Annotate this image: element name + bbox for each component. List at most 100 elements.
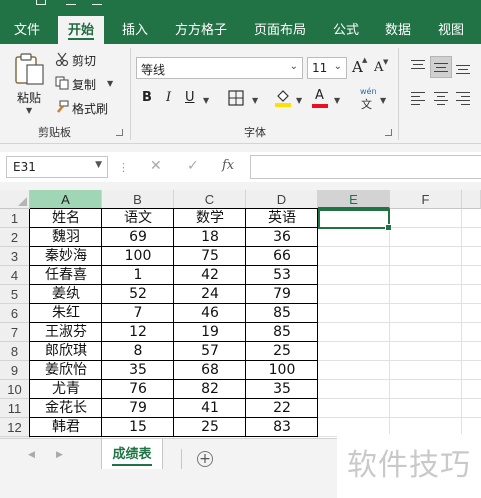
tab-formulas[interactable]: 公式 (333, 19, 359, 38)
tab-data[interactable]: 数据 (385, 19, 411, 38)
cell-b7[interactable]: 12 (102, 323, 174, 342)
cell-b6[interactable]: 7 (102, 304, 174, 323)
spreadsheet-grid[interactable]: ABCDEF 12345678910111213 姓名语文数学英语魏羽69183… (0, 190, 481, 438)
cell-b2[interactable]: 69 (102, 228, 174, 247)
cell-d9[interactable]: 100 (246, 361, 318, 380)
row-header-11[interactable]: 11 (0, 399, 30, 418)
cell-c9[interactable]: 68 (174, 361, 246, 380)
tab-home[interactable]: 开始 (58, 16, 105, 44)
column-header-e[interactable]: E (318, 190, 390, 209)
underline-button[interactable]: U (185, 90, 195, 105)
formula-input[interactable] (250, 155, 481, 179)
align-bottom-icon[interactable] (456, 63, 470, 75)
cell-a6[interactable]: 朱红 (30, 304, 102, 323)
clipboard-launcher-icon[interactable] (116, 129, 123, 136)
shrink-font-button[interactable]: A ▼ (374, 58, 392, 78)
grow-font-button[interactable]: A ▲ (352, 56, 370, 78)
row-header-5[interactable]: 5 (0, 285, 30, 304)
sheet-tab-scores[interactable]: 成绩表 (101, 439, 163, 469)
cell-c5[interactable]: 24 (174, 285, 246, 304)
font-launcher-icon[interactable] (385, 129, 392, 136)
paste-button[interactable]: 粘贴 ▼ (8, 50, 48, 115)
cell-c4[interactable]: 42 (174, 266, 246, 285)
font-color-dropdown-icon[interactable]: ▼ (334, 96, 340, 105)
cell-a4[interactable]: 任春喜 (30, 266, 102, 285)
cell-c7[interactable]: 19 (174, 323, 246, 342)
select-all-corner[interactable] (0, 190, 30, 209)
row-header-2[interactable]: 2 (0, 228, 30, 247)
cell-a8[interactable]: 郎欣琪 (30, 342, 102, 361)
cell-d2[interactable]: 36 (246, 228, 318, 247)
copy-dropdown-icon[interactable]: ▼ (107, 79, 113, 88)
cell-c2[interactable]: 18 (174, 228, 246, 247)
align-center-icon[interactable] (434, 92, 448, 105)
cell-a9[interactable]: 姜欣怡 (30, 361, 102, 380)
cell-d1[interactable]: 英语 (246, 209, 318, 228)
italic-button[interactable]: I (166, 90, 171, 105)
cell-a10[interactable]: 尤青 (30, 380, 102, 399)
row-header-9[interactable]: 9 (0, 361, 30, 380)
cell-a5[interactable]: 姜纨 (30, 285, 102, 304)
underline-dropdown-icon[interactable]: ▼ (203, 96, 209, 105)
column-header-c[interactable]: C (174, 190, 246, 209)
tab-insert[interactable]: 插入 (122, 19, 148, 38)
cell-a1[interactable]: 姓名 (30, 209, 102, 228)
cell-c11[interactable]: 41 (174, 399, 246, 418)
cell-b1[interactable]: 语文 (102, 209, 174, 228)
cell-d11[interactable]: 22 (246, 399, 318, 418)
row-header-8[interactable]: 8 (0, 342, 30, 361)
paste-dropdown-icon[interactable]: ▼ (26, 106, 32, 115)
tab-view[interactable]: 视图 (438, 19, 464, 38)
cell-a3[interactable]: 秦妙海 (30, 247, 102, 266)
row-header-6[interactable]: 6 (0, 304, 30, 323)
cell-d7[interactable]: 85 (246, 323, 318, 342)
fill-color-icon[interactable] (274, 88, 292, 108)
formula-bar-grip-icon[interactable]: ⋮ (118, 161, 129, 174)
cell-d8[interactable]: 25 (246, 342, 318, 361)
column-header-f[interactable]: F (390, 190, 462, 209)
cell-b8[interactable]: 8 (102, 342, 174, 361)
phonetic-button[interactable]: wén 文 (358, 87, 378, 111)
cell-c6[interactable]: 46 (174, 304, 246, 323)
cell-d6[interactable]: 85 (246, 304, 318, 323)
redo-icon[interactable] (92, 0, 102, 5)
cell-b3[interactable]: 100 (102, 247, 174, 266)
tab-page-layout[interactable]: 页面布局 (254, 19, 306, 38)
undo-icon[interactable] (66, 0, 76, 5)
row-header-4[interactable]: 4 (0, 266, 30, 285)
column-header-d[interactable]: D (246, 190, 318, 209)
align-right-icon[interactable] (456, 92, 470, 105)
cut-button[interactable]: 剪切 (55, 50, 115, 70)
align-left-icon[interactable] (411, 92, 425, 105)
font-size-select[interactable]: 11 ⌄ (307, 57, 347, 79)
cell-d3[interactable]: 66 (246, 247, 318, 266)
cell-b9[interactable]: 35 (102, 361, 174, 380)
borders-dropdown-icon[interactable]: ▼ (252, 96, 258, 105)
row-header-1[interactable]: 1 (0, 209, 30, 228)
cell-d5[interactable]: 79 (246, 285, 318, 304)
row-header-3[interactable]: 3 (0, 247, 30, 266)
cell-b12[interactable]: 15 (102, 418, 174, 437)
tab-file[interactable]: 文件 (14, 19, 40, 38)
cell-d4[interactable]: 53 (246, 266, 318, 285)
insert-function-button[interactable]: fx (222, 158, 234, 173)
tab-fangfang[interactable]: 方方格子 (175, 19, 227, 38)
align-top-icon[interactable] (411, 60, 425, 72)
column-header-partial[interactable] (462, 190, 481, 209)
name-box[interactable]: E31 ▼ (6, 156, 108, 178)
bold-button[interactable]: B (142, 90, 152, 105)
add-sheet-button[interactable]: + (197, 451, 213, 467)
row-header-10[interactable]: 10 (0, 380, 30, 399)
borders-icon[interactable] (228, 90, 244, 106)
row-header-7[interactable]: 7 (0, 323, 30, 342)
cell-a11[interactable]: 金花长 (30, 399, 102, 418)
save-icon[interactable] (36, 0, 46, 5)
enter-icon[interactable]: ✓ (187, 158, 199, 174)
prev-sheet-icon[interactable]: ◀ (28, 450, 35, 460)
cell-a12[interactable]: 韩君 (30, 418, 102, 437)
cell-c3[interactable]: 75 (174, 247, 246, 266)
next-sheet-icon[interactable]: ▶ (56, 450, 63, 460)
column-header-b[interactable]: B (102, 190, 174, 209)
cell-d10[interactable]: 35 (246, 380, 318, 399)
font-name-select[interactable]: 等线 ⌄ (136, 57, 303, 79)
